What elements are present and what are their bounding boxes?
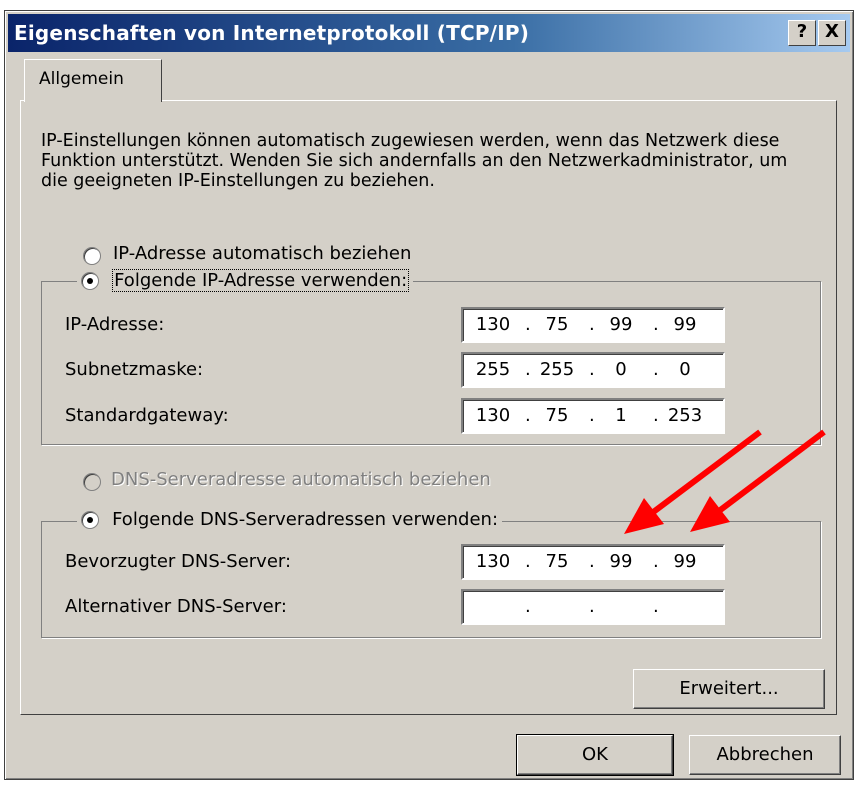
dns-manual-option[interactable]: Folgende DNS-Serveradressen verwenden: [77, 509, 503, 530]
red-arrow-icon [624, 429, 762, 534]
tab-label: Allgemein [39, 69, 124, 89]
tab-allgemein[interactable]: Allgemein [24, 59, 162, 102]
ip-manual-label[interactable]: Folgende IP-Adresse verwenden: [112, 269, 410, 292]
annotation-arrows [624, 429, 826, 534]
dns-manual-radio[interactable] [81, 510, 99, 529]
red-arrow-icon [690, 429, 826, 532]
ip-manual-radio[interactable] [81, 271, 99, 290]
ip-manual-option[interactable]: Folgende IP-Adresse verwenden: [77, 269, 414, 292]
dns-manual-label[interactable]: Folgende DNS-Serveradressen verwenden: [112, 509, 498, 530]
